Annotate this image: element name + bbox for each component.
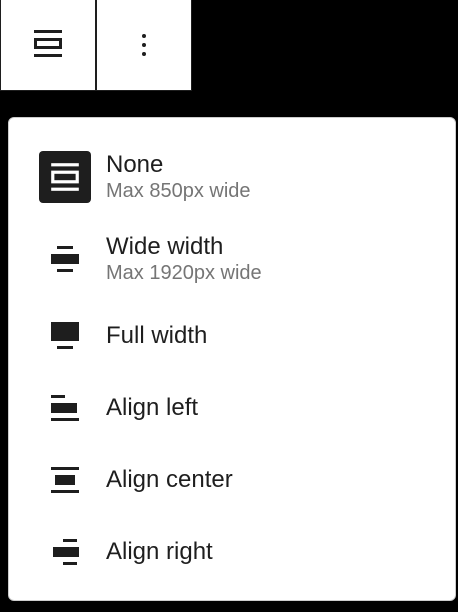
menu-item-label: Full width (106, 322, 208, 349)
menu-item-description: Max 1920px wide (106, 262, 262, 284)
menu-item-label: Align center (106, 466, 233, 493)
menu-item-label: Align right (106, 538, 213, 565)
menu-item-label: Wide width (106, 233, 224, 260)
menu-item-align-right[interactable]: Align right (9, 524, 455, 580)
menu-item-label: None (106, 151, 164, 178)
align-left-icon (39, 382, 91, 434)
align-wide-icon (39, 233, 91, 285)
menu-item-label: Align left (106, 394, 199, 421)
more-options-button[interactable] (97, 0, 191, 90)
menu-item-description: Max 850px wide (106, 180, 251, 202)
menu-item-align-center[interactable]: Align center (9, 452, 455, 508)
menu-item-none[interactable]: None Max 850px wide (9, 144, 455, 210)
align-dropdown-button[interactable] (1, 0, 95, 90)
align-none-icon (39, 151, 91, 203)
alignment-menu: None Max 850px wide Wide width Max 1920p… (8, 117, 456, 601)
align-right-icon (39, 526, 91, 578)
align-center-icon (39, 454, 91, 506)
block-toolbar (0, 0, 192, 91)
menu-item-full-width[interactable]: Full width (9, 308, 455, 364)
menu-item-wide-width[interactable]: Wide width Max 1920px wide (9, 226, 455, 292)
align-full-width-icon (39, 310, 91, 362)
align-none-icon (32, 27, 64, 64)
more-vertical-icon (142, 34, 146, 56)
menu-item-align-left[interactable]: Align left (9, 380, 455, 436)
